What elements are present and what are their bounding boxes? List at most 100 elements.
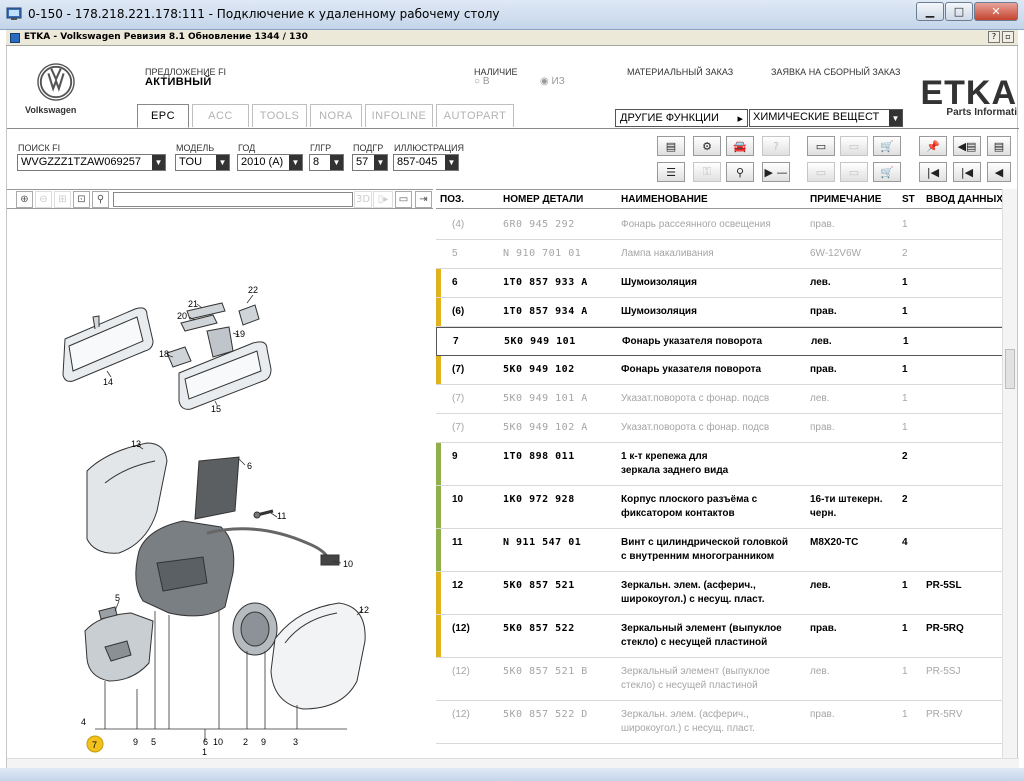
next-minus-button[interactable]: ▶ —: [762, 162, 790, 182]
callout-21[interactable]: 21: [188, 299, 198, 309]
doc-button[interactable]: ▭: [807, 162, 835, 182]
print-button[interactable]: ▤: [657, 136, 685, 156]
zoom-in-icon[interactable]: ⊕: [16, 191, 33, 208]
table-row[interactable]: 7 5K0 949 101 Фонарь указателя поворота лев…: [436, 327, 1004, 356]
callout-22[interactable]: 22: [248, 285, 258, 295]
model-select[interactable]: TOU ▼: [175, 154, 230, 171]
tab-tools[interactable]: TOOLS: [252, 104, 307, 127]
table-row[interactable]: (4) 6R0 945 292 Фонарь рассеянного освещен…: [436, 211, 1004, 240]
help-query-button[interactable]: ?: [762, 136, 790, 156]
radio-from[interactable]: ◉ ИЗ: [540, 76, 565, 87]
table-row[interactable]: (12) 5K0 857 521 B Зеркальный элемент (вып…: [436, 658, 1004, 701]
callout-4[interactable]: 4: [81, 717, 86, 727]
table-row[interactable]: 6 1T0 857 933 A Шумоизоляция лев. 1: [436, 269, 1004, 298]
callout-6[interactable]: 6: [247, 461, 252, 471]
callout-14[interactable]: 14: [103, 377, 113, 387]
table-row[interactable]: (6) 1T0 857 934 A Шумоизоляция прав. 1: [436, 298, 1004, 327]
table-row[interactable]: (7) 5K0 949 102 A Указат.поворота с фонар.…: [436, 414, 1004, 443]
col-st[interactable]: ST: [902, 194, 915, 205]
col-note[interactable]: ПРИМЕЧАНИЕ: [810, 194, 881, 205]
zoom-fit-icon[interactable]: ⊡: [73, 191, 90, 208]
tab-infoline[interactable]: INFOLINE: [365, 104, 433, 127]
help-icon[interactable]: ?: [988, 31, 1000, 43]
table-row[interactable]: 11 N 911 547 01 Винт с цилиндрической голо…: [436, 529, 1004, 572]
col-data-input[interactable]: ВВОД ДАННЫХ: [926, 194, 1003, 205]
list-button[interactable]: ▤: [987, 136, 1011, 156]
horizontal-scrollbar[interactable]: [7, 758, 1019, 768]
pin-button[interactable]: 📌: [919, 136, 947, 156]
prev-button[interactable]: |◀: [953, 162, 981, 182]
callout-3[interactable]: 3: [293, 737, 298, 747]
material-order-link[interactable]: МАТЕРИАЛЬНЫЙ ЗАКАЗ: [627, 67, 733, 77]
callout-5b[interactable]: 5: [151, 737, 156, 747]
maximize-button[interactable]: □: [945, 2, 973, 21]
zoom-out-icon[interactable]: ⊖: [35, 191, 52, 208]
doc-disabled-button[interactable]: ▭: [840, 162, 868, 182]
callout-12[interactable]: 12: [359, 605, 369, 615]
table-row[interactable]: 12 5K0 857 521 Зеркальн. элем. (асферич., л…: [436, 572, 1004, 615]
callout-1[interactable]: 1: [202, 747, 207, 756]
search-icon[interactable]: ⚲: [92, 191, 109, 208]
tab-acc[interactable]: ACC: [192, 104, 249, 127]
chemicals-select[interactable]: ХИМИЧЕСКИЕ ВЕЩЕСТ ▼: [749, 109, 903, 127]
zoom-area-icon[interactable]: ⊞: [54, 191, 71, 208]
table-row[interactable]: 10 1K0 972 928 Корпус плоского разъёма с 16…: [436, 486, 1004, 529]
close-button[interactable]: ✕: [974, 2, 1018, 21]
tab-epc[interactable]: EPC: [137, 104, 189, 128]
table-row[interactable]: 5 N 910 701 01 Лампа накаливания 6W-12V6W 2: [436, 240, 1004, 269]
back-button[interactable]: ◀: [987, 162, 1011, 182]
back-page-button[interactable]: ◀▤: [953, 136, 981, 156]
list-view-button[interactable]: ☰: [657, 162, 685, 182]
expand-icon[interactable]: ⇥: [415, 191, 432, 208]
callout-20[interactable]: 20: [177, 311, 187, 321]
table-row[interactable]: (7) 5K0 949 102 Фонарь указателя поворота п…: [436, 356, 1004, 385]
callout-2[interactable]: 2: [243, 737, 248, 747]
sub-group-select[interactable]: 57 ▼: [352, 154, 388, 171]
callout-6b[interactable]: 6: [203, 737, 208, 747]
cart-button[interactable]: 🛒: [873, 136, 901, 156]
key-button[interactable]: ⚿: [693, 162, 721, 182]
callout-5[interactable]: 5: [115, 593, 120, 603]
table-row[interactable]: (12) 5K0 857 522 Зеркальный элемент (выпук…: [436, 615, 1004, 658]
callout-11[interactable]: 11: [277, 511, 286, 521]
grid-vertical-scrollbar[interactable]: [1002, 189, 1017, 759]
restore-icon[interactable]: ▫: [1002, 31, 1014, 43]
col-pos[interactable]: ПОЗ.: [440, 194, 464, 205]
table-row[interactable]: 9 1T0 898 011 1 к-т крепежа для 2 зеркала за…: [436, 443, 1004, 486]
car-button[interactable]: 🚘: [726, 136, 754, 156]
callout-18[interactable]: 18: [159, 349, 169, 359]
window-icon[interactable]: ▭: [395, 191, 412, 208]
cart-add-button[interactable]: 🛒: [873, 162, 901, 182]
scroll-thumb[interactable]: [1005, 349, 1015, 389]
bike-button[interactable]: ⚲: [726, 162, 754, 182]
tab-nora[interactable]: NORA: [310, 104, 362, 127]
callout-19[interactable]: 19: [235, 329, 245, 339]
illustration-search-field[interactable]: [113, 192, 353, 207]
col-name[interactable]: НАИМЕНОВАНИЕ: [621, 194, 708, 205]
split-icon[interactable]: ▯▸: [373, 191, 393, 208]
illustration-select[interactable]: 857-045 ▼: [393, 154, 459, 171]
first-button[interactable]: |◀: [919, 162, 947, 182]
year-select[interactable]: 2010 (A) ▼: [237, 154, 303, 171]
assembly-order-link[interactable]: ЗАЯВКА НА СБОРНЫЙ ЗАКАЗ: [771, 67, 900, 77]
callout-13[interactable]: 13: [131, 439, 141, 449]
parts-info-button[interactable]: ⚙: [693, 136, 721, 156]
tab-autopart[interactable]: AUTOPART: [436, 104, 514, 127]
table-row[interactable]: (12) 5K0 857 522 D Зеркальн. элем. (асфери…: [436, 701, 1004, 744]
service-button[interactable]: ▭: [840, 136, 868, 156]
callout-15[interactable]: 15: [211, 404, 221, 414]
callout-9a[interactable]: 9: [133, 737, 138, 747]
search-fi-select[interactable]: WVGZZZ1TZAW069257 ▼: [17, 154, 166, 171]
radio-in[interactable]: ○ В: [474, 76, 490, 87]
other-functions-button[interactable]: ДРУГИЕ ФУНКЦИИ ▸: [615, 109, 748, 127]
callout-7-highlighted[interactable]: 7: [86, 735, 104, 753]
callout-10[interactable]: 10: [343, 559, 353, 569]
callout-9b[interactable]: 9: [261, 737, 266, 747]
3d-icon[interactable]: 3D: [354, 191, 372, 208]
minimize-button[interactable]: ▁: [916, 2, 944, 21]
col-part-number[interactable]: НОМЕР ДЕТАЛИ: [503, 194, 583, 205]
callout-10b[interactable]: 10: [213, 737, 223, 747]
table-row[interactable]: (7) 5K0 949 101 A Указат.поворота с фонар.…: [436, 385, 1004, 414]
main-group-select[interactable]: 8 ▼: [309, 154, 344, 171]
elsa-button[interactable]: ▭: [807, 136, 835, 156]
